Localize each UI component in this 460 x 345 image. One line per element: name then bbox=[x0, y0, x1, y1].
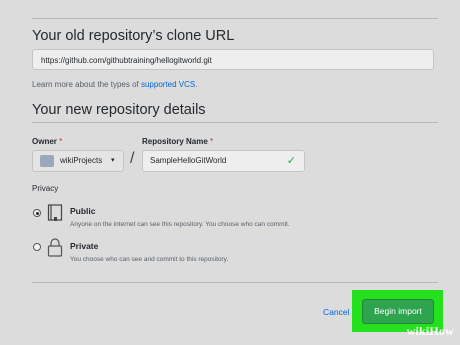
public-title: Public bbox=[70, 206, 96, 216]
private-radio[interactable] bbox=[33, 243, 41, 251]
owner-dropdown[interactable]: wikiProjects ▾ bbox=[32, 150, 124, 172]
owner-label: Owner * bbox=[32, 137, 62, 146]
owner-label-text: Owner bbox=[32, 137, 57, 146]
learn-more-suffix: . bbox=[195, 80, 198, 89]
repo-book-icon bbox=[47, 204, 63, 227]
new-repo-details-title: Your new repository details bbox=[32, 102, 206, 118]
repo-required-mark: * bbox=[210, 137, 214, 146]
owner-avatar bbox=[40, 155, 54, 167]
top-divider bbox=[32, 18, 438, 19]
repository-name-value: SampleHelloGitWorld bbox=[150, 156, 227, 165]
learn-more-prefix: Learn more about the types of bbox=[32, 80, 141, 89]
clone-url-input[interactable]: https://github.com/githubtraining/hellog… bbox=[32, 49, 434, 70]
chevron-down-icon: ▾ bbox=[111, 157, 115, 164]
owner-required-mark: * bbox=[59, 137, 63, 146]
private-description: You choose who can see and commit to thi… bbox=[70, 256, 229, 263]
public-radio[interactable] bbox=[33, 209, 41, 217]
owner-repo-separator: / bbox=[130, 150, 135, 167]
lock-icon bbox=[47, 238, 63, 263]
privacy-label: Privacy bbox=[32, 184, 59, 193]
supported-vcs-link[interactable]: supported VCS bbox=[141, 80, 195, 89]
watermark-logo: wikiHow bbox=[406, 324, 454, 338]
private-title: Private bbox=[70, 241, 99, 251]
owner-value: wikiProjects bbox=[60, 156, 103, 165]
begin-import-button[interactable]: Begin import bbox=[362, 299, 434, 324]
actions-divider bbox=[32, 282, 438, 283]
learn-more-text: Learn more about the types of supported … bbox=[32, 80, 197, 89]
repository-name-input[interactable]: SampleHelloGitWorld ✓ bbox=[142, 150, 305, 172]
repo-name-label-text: Repository Name bbox=[142, 137, 208, 146]
cancel-link[interactable]: Cancel bbox=[323, 307, 349, 317]
check-icon: ✓ bbox=[286, 155, 296, 167]
import-repository-page: Your old repository’s clone URL https://… bbox=[0, 0, 460, 345]
details-divider bbox=[32, 122, 438, 123]
repo-name-label: Repository Name * bbox=[142, 137, 213, 146]
public-description: Anyone on the internet can see this repo… bbox=[70, 221, 290, 228]
clone-url-title: Your old repository’s clone URL bbox=[32, 28, 235, 44]
